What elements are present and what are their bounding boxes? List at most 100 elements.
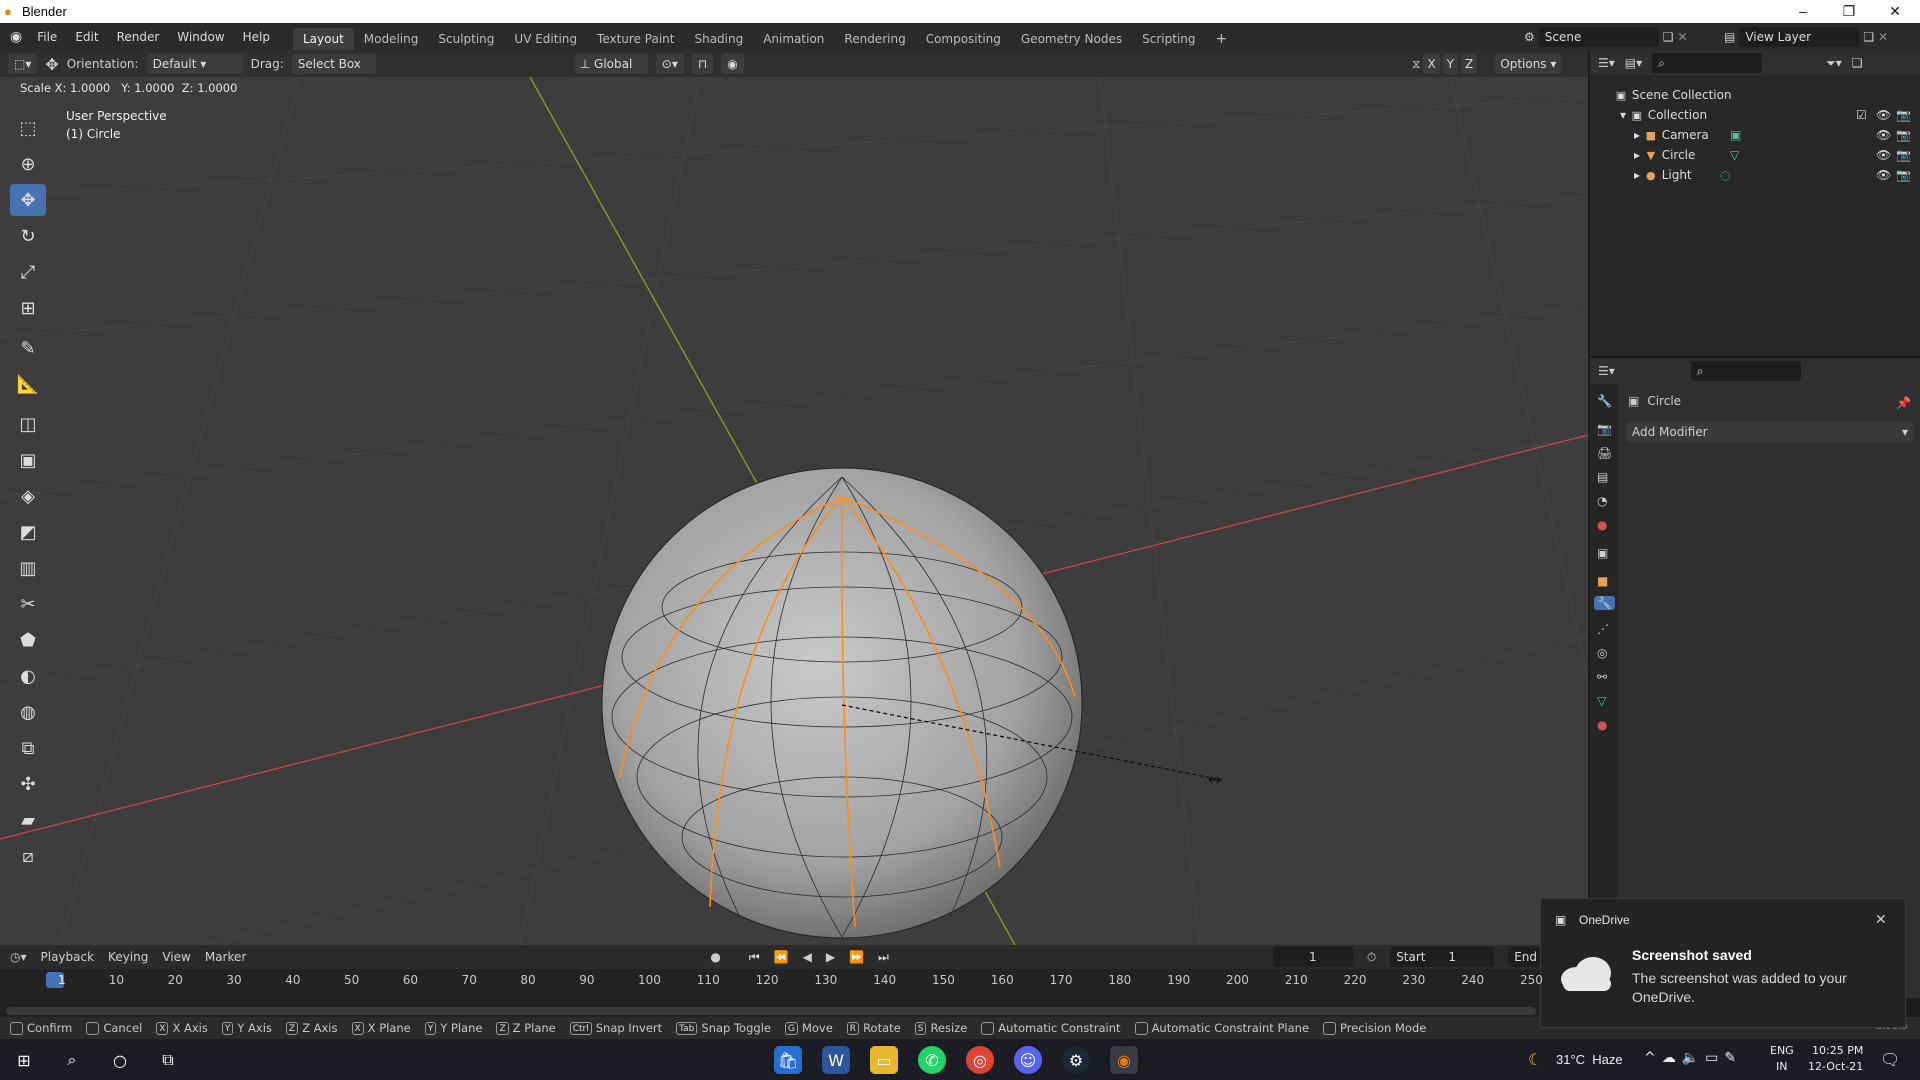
clock-date[interactable]: 12-Oct-21 [1808, 1060, 1863, 1073]
play-reverse-icon[interactable]: ◀ [803, 950, 812, 964]
add-modifier-dropdown[interactable]: Add Modifier ▾ [1626, 422, 1914, 442]
select-box-tool-icon[interactable]: ⬚ [10, 112, 46, 144]
render-camera-icon[interactable]: 📷 [1896, 125, 1911, 145]
visibility-eye-icon[interactable]: 👁 [1876, 105, 1891, 125]
menu-render[interactable]: Render [108, 23, 169, 51]
scale-tool-icon[interactable]: ⤢ [10, 256, 46, 288]
scene-tab-icon[interactable]: ◔ [1597, 494, 1607, 508]
orientation-dropdown[interactable]: Default ▾ [146, 54, 243, 74]
clock-time[interactable]: 10:25 PM [1812, 1044, 1863, 1057]
tab-geometry-nodes[interactable]: Geometry Nodes [1011, 28, 1132, 50]
particles-tab-icon[interactable]: ⋰ [1597, 622, 1609, 636]
tab-layout[interactable]: Layout [292, 27, 354, 50]
notification-close-icon[interactable]: ✕ [1875, 911, 1887, 928]
camera-data-icon[interactable]: ▣ [1730, 125, 1741, 145]
transform-orientation-dropdown[interactable]: ⊥ Global ▾ [573, 54, 648, 91]
timeline-scrollbar[interactable] [6, 1007, 1536, 1015]
steam-icon[interactable]: ⚙ [1062, 1046, 1090, 1074]
editor-type-icon[interactable]: ⬚▾ [8, 54, 38, 74]
new-scene-icon[interactable]: ❏ [1663, 30, 1674, 44]
rip-region-tool-icon[interactable]: ⧄ [10, 840, 46, 872]
smooth-tool-icon[interactable]: ◍ [10, 696, 46, 728]
rotate-tool-icon[interactable]: ↻ [10, 220, 46, 252]
mirror-x-toggle[interactable]: X [1423, 54, 1440, 74]
tab-texture-paint[interactable]: Texture Paint [587, 28, 684, 50]
menu-view[interactable]: View [162, 950, 190, 964]
material-tab-icon[interactable]: ● [1597, 718, 1607, 732]
output-tab-icon[interactable]: 🖨 [1597, 446, 1612, 460]
tab-sculpting[interactable]: Sculpting [428, 28, 504, 50]
tab-shading[interactable]: Shading [684, 28, 753, 50]
exclude-checkbox[interactable]: ☑ [1856, 105, 1867, 125]
move-tool-icon[interactable]: ✥ [10, 184, 46, 216]
collapse-arrow-icon[interactable]: ▾ [1620, 108, 1626, 122]
scene-icon[interactable]: ⚙ [1524, 30, 1535, 44]
preview-range-icon[interactable]: ⏱ [1367, 950, 1376, 965]
3d-viewport[interactable]: ↔ Scale X: 1.0000 Y: 1.0000 Z: 1.0000 Us… [0, 77, 1588, 945]
menu-marker[interactable]: Marker [205, 950, 246, 964]
menu-keying[interactable]: Keying [108, 950, 148, 964]
inset-tool-icon[interactable]: ◈ [10, 480, 46, 512]
whatsapp-icon[interactable]: ✆ [918, 1046, 946, 1074]
frame-ruler[interactable]: 1 10 20 30 40 50 60 70 80 90 100 110 120 130 140 150 160… [0, 971, 1543, 991]
store-icon[interactable]: 🛍 [774, 1046, 802, 1074]
properties-search-input[interactable]: ⌕ [1690, 361, 1801, 381]
add-cube-tool-icon[interactable]: ◫ [10, 408, 46, 440]
file-explorer-icon[interactable]: ▭ [870, 1046, 898, 1074]
annotate-tool-icon[interactable]: ✎ [10, 332, 46, 364]
start-frame-field[interactable]: Start 1 [1390, 947, 1495, 967]
expand-arrow-icon[interactable]: ▸ [1634, 128, 1640, 142]
mirror-z-toggle[interactable]: Z [1461, 54, 1478, 74]
scene-collection-row[interactable]: ▣ Scene Collection [1590, 85, 1920, 105]
pin-icon[interactable]: 📌 [1896, 396, 1911, 410]
prev-keyframe-icon[interactable]: ⏪ [774, 950, 789, 964]
visibility-eye-icon[interactable]: 👁 [1876, 125, 1891, 145]
drag-dropdown[interactable]: Select Box ▾ [291, 54, 376, 91]
physics-tab-icon[interactable]: ◎ [1597, 646, 1607, 660]
bevel-tool-icon[interactable]: ◩ [10, 516, 46, 548]
weather-label[interactable]: 31°C Haze [1556, 1052, 1623, 1067]
chrome-icon[interactable]: ◎ [966, 1046, 994, 1074]
jump-end-icon[interactable]: ⏭ [878, 950, 889, 965]
outliner-item-light[interactable]: ▸ ● Light ◌ 👁 📷 [1590, 165, 1920, 185]
modifier-tab-icon[interactable]: 🔧 [1594, 596, 1615, 610]
next-keyframe-icon[interactable]: ⏩ [849, 950, 864, 964]
constraints-tab-icon[interactable]: ⚯ [1597, 670, 1607, 684]
current-frame-field[interactable]: 1 [1272, 947, 1353, 967]
knife-tool-icon[interactable]: ✂ [10, 588, 46, 620]
blender-taskbar-icon[interactable]: ◉ [1110, 1046, 1138, 1074]
measure-tool-icon[interactable]: 📐 [10, 368, 46, 400]
restore-button[interactable]: ❐ [1826, 0, 1872, 23]
shrink-fatten-tool-icon[interactable]: ✣ [10, 768, 46, 800]
transform-tool-icon[interactable]: ✥ [45, 55, 58, 74]
menu-help[interactable]: Help [234, 23, 279, 51]
proportional-edit-icon[interactable]: ◉ [721, 54, 744, 74]
blender-menu-icon[interactable]: ◉ [10, 29, 22, 45]
display-mode-icon[interactable]: ▤▾ [1625, 56, 1642, 70]
render-camera-icon[interactable]: 📷 [1896, 145, 1911, 165]
menu-playback[interactable]: Playback [41, 950, 95, 964]
transform-tool-icon-2[interactable]: ⊞ [10, 292, 46, 324]
cortana-icon[interactable]: ○ [106, 1046, 134, 1074]
loop-cut-tool-icon[interactable]: ▥ [10, 552, 46, 584]
expand-arrow-icon[interactable]: ▸ [1634, 168, 1640, 182]
tab-modeling[interactable]: Modeling [354, 28, 429, 50]
world-tab-icon[interactable]: ● [1597, 518, 1607, 532]
menu-window[interactable]: Window [168, 23, 233, 51]
tab-uv-editing[interactable]: UV Editing [504, 28, 587, 50]
cursor-tool-icon[interactable]: ⊕ [10, 148, 46, 180]
visibility-eye-icon[interactable]: 👁 [1876, 145, 1891, 165]
object-tab-icon[interactable]: ■ [1597, 574, 1608, 588]
tab-rendering[interactable]: Rendering [834, 28, 915, 50]
tool-tab-icon[interactable]: 🔧 [1597, 394, 1612, 408]
record-icon[interactable]: ● [710, 950, 720, 964]
remove-scene-icon[interactable]: ✕ [1678, 30, 1688, 44]
render-camera-icon[interactable]: 📷 [1896, 105, 1911, 125]
mirror-y-toggle[interactable]: Y [1442, 54, 1459, 74]
new-view-layer-icon[interactable]: ❏ [1863, 30, 1874, 44]
jump-start-icon[interactable]: ⏮ [749, 950, 760, 965]
collection-row[interactable]: ▾ ▣ Collection ☑ 👁 📷 [1590, 105, 1920, 125]
search-icon[interactable]: ⌕ [58, 1046, 86, 1074]
task-view-icon[interactable]: ⧉ [154, 1046, 182, 1074]
close-window-button[interactable]: ✕ [1872, 0, 1918, 23]
